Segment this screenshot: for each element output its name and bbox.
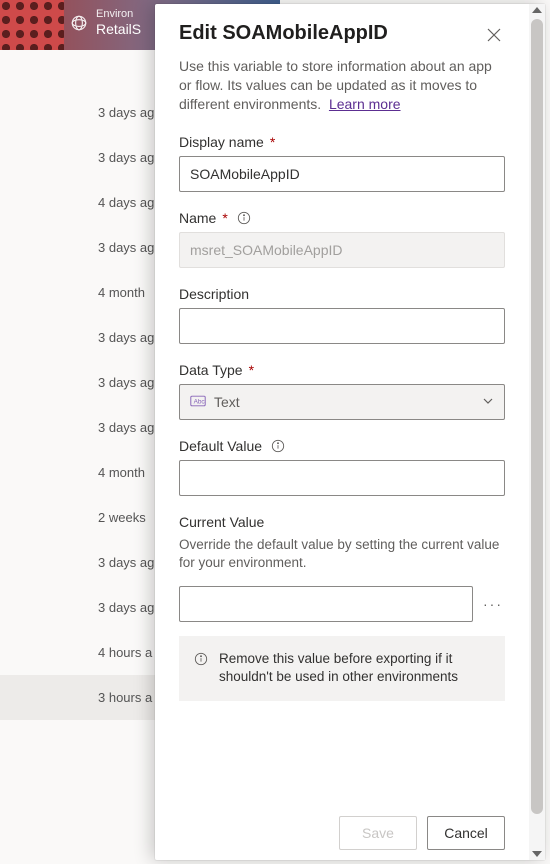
panel-scrollbar[interactable]: [529, 4, 545, 860]
learn-more-link[interactable]: Learn more: [329, 96, 401, 112]
environment-icon: [70, 14, 88, 32]
current-value-input[interactable]: [179, 586, 473, 622]
env-name: RetailS: [96, 21, 141, 38]
list-item[interactable]: 4 hours a: [0, 630, 175, 675]
list-item[interactable]: 3 days ag: [0, 585, 175, 630]
env-label: Environ: [96, 8, 141, 21]
chevron-down-icon: [482, 394, 494, 410]
list-item[interactable]: 2 weeks: [0, 495, 175, 540]
data-type-label: Data Type*: [179, 362, 505, 378]
list-item[interactable]: 3 days ag: [0, 90, 175, 135]
export-warning-note: Remove this value before exporting if it…: [179, 636, 505, 700]
close-button[interactable]: [483, 24, 505, 51]
list-item[interactable]: 3 days ag: [0, 135, 175, 180]
data-type-value: Text: [214, 394, 240, 410]
panel-help-text: Use this variable to store information a…: [179, 57, 505, 114]
current-value-label: Current Value: [179, 514, 505, 530]
scroll-up-arrow[interactable]: [532, 7, 542, 13]
list-item[interactable]: 4 days ag: [0, 180, 175, 225]
default-value-input[interactable]: [179, 460, 505, 496]
panel-title: Edit SOAMobileAppID: [179, 22, 388, 45]
name-label: Name*: [179, 210, 505, 226]
list-item[interactable]: 3 days ag: [0, 360, 175, 405]
display-name-label: Display name*: [179, 134, 505, 150]
description-label: Description: [179, 286, 505, 302]
background-list: 3 days ag3 days ag4 days ag3 days ag4 mo…: [0, 90, 175, 720]
save-button[interactable]: Save: [339, 816, 417, 850]
header-pattern: [0, 0, 64, 50]
default-value-label: Default Value: [179, 438, 505, 454]
current-value-sub: Override the default value by setting th…: [179, 536, 505, 572]
edit-panel: Edit SOAMobileAppID Use this variable to…: [155, 4, 545, 860]
info-icon: [193, 651, 209, 667]
more-options-button[interactable]: ···: [481, 592, 505, 616]
list-item[interactable]: 3 days ag: [0, 405, 175, 450]
display-name-input[interactable]: [179, 156, 505, 192]
cancel-button[interactable]: Cancel: [427, 816, 505, 850]
scroll-down-arrow[interactable]: [532, 851, 542, 857]
data-type-select[interactable]: Abc Text: [179, 384, 505, 420]
list-item[interactable]: 4 month: [0, 270, 175, 315]
description-input[interactable]: [179, 308, 505, 344]
list-item[interactable]: 3 hours a: [0, 675, 175, 720]
info-icon[interactable]: [236, 210, 252, 226]
list-item[interactable]: 3 days ag: [0, 315, 175, 360]
svg-text:Abc: Abc: [194, 398, 206, 405]
scroll-thumb[interactable]: [531, 19, 543, 814]
list-item[interactable]: 4 month: [0, 450, 175, 495]
list-item[interactable]: 3 days ag: [0, 225, 175, 270]
name-input: [179, 232, 505, 268]
info-icon[interactable]: [270, 438, 286, 454]
text-type-icon: Abc: [190, 394, 206, 410]
list-item[interactable]: 3 days ag: [0, 540, 175, 585]
